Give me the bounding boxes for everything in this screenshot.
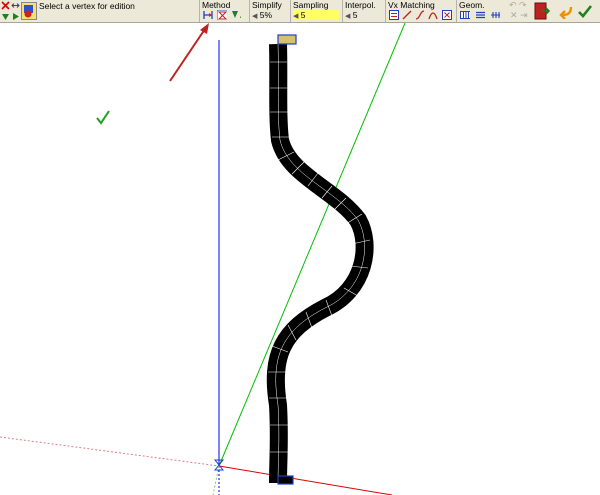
geom-grid-icon[interactable] (460, 10, 470, 20)
interpol-spinner[interactable]: ◀ 5 (345, 10, 358, 20)
method-arrows-icon[interactable] (231, 10, 241, 20)
sampling-value: 5 (300, 10, 306, 20)
close-icon[interactable] (1, 1, 10, 10)
method-hourglass-icon[interactable] (217, 10, 227, 20)
y-axis-line (218, 23, 406, 467)
plugin-toolbar: Select a vertex for edition Method Simpl… (0, 0, 600, 23)
back-icon[interactable] (557, 3, 573, 19)
method-section: Method (199, 0, 250, 22)
bottom-cap[interactable] (277, 475, 294, 485)
match-curve-icon[interactable] (415, 10, 425, 20)
play-icon[interactable] (11, 12, 20, 21)
match-line-icon[interactable] (402, 10, 412, 20)
geom-lines-icon[interactable] (475, 10, 485, 20)
status-text: Select a vertex for edition (39, 1, 135, 11)
interpol-title: Interpol. (345, 0, 376, 10)
cancel-icon[interactable]: ✕ (510, 10, 518, 21)
x-axis-line (218, 465, 393, 495)
move-icon[interactable] (11, 1, 20, 10)
method-title: Method (202, 0, 231, 10)
scene-canvas[interactable] (0, 23, 600, 495)
sampling-section: Sampling ◀ 5 (290, 0, 343, 22)
simplify-spinner[interactable]: ◀ 5% (252, 10, 272, 20)
validate-check-icon[interactable] (577, 3, 593, 19)
vx-matching-title: Vx Matching (388, 0, 435, 10)
decrease-icon[interactable]: ◀ (293, 13, 298, 20)
match-arc-icon[interactable] (428, 10, 438, 20)
match-box-icon[interactable] (442, 10, 452, 20)
x-axis-negative (0, 436, 220, 467)
exit-icon[interactable] (534, 2, 550, 20)
redo-all-icon[interactable]: ⇥ (520, 10, 528, 21)
interpol-value: 5 (352, 10, 358, 20)
method-segment-icon[interactable] (203, 10, 213, 20)
simplify-section: Simplify ◀ 5% (249, 0, 291, 22)
green-check-icon (96, 110, 110, 125)
select-vertex-icon[interactable] (21, 2, 37, 20)
match-equal-icon[interactable] (389, 10, 399, 20)
lasso-icon[interactable] (1, 12, 10, 21)
sampling-spinner[interactable]: ◀ 5 (293, 10, 306, 20)
interpol-section: Interpol. ◀ 5 (342, 0, 385, 22)
sampling-title: Sampling (293, 0, 329, 10)
pointer-arrow (169, 28, 206, 82)
top-cap[interactable] (277, 34, 297, 45)
simplify-value: 5% (259, 10, 273, 20)
geom-ticks-icon[interactable] (490, 10, 500, 20)
extruded-shape[interactable] (266, 43, 374, 484)
pointer-arrow-head (200, 23, 209, 34)
3d-viewport[interactable] (0, 23, 600, 495)
geom-section: Geom. (456, 0, 505, 22)
decrease-icon[interactable]: ◀ (252, 13, 257, 20)
simplify-title: Simplify (252, 0, 282, 10)
geom-title: Geom. (459, 0, 485, 10)
vx-matching-section: Vx Matching (385, 0, 456, 22)
decrease-icon[interactable]: ◀ (345, 13, 350, 20)
